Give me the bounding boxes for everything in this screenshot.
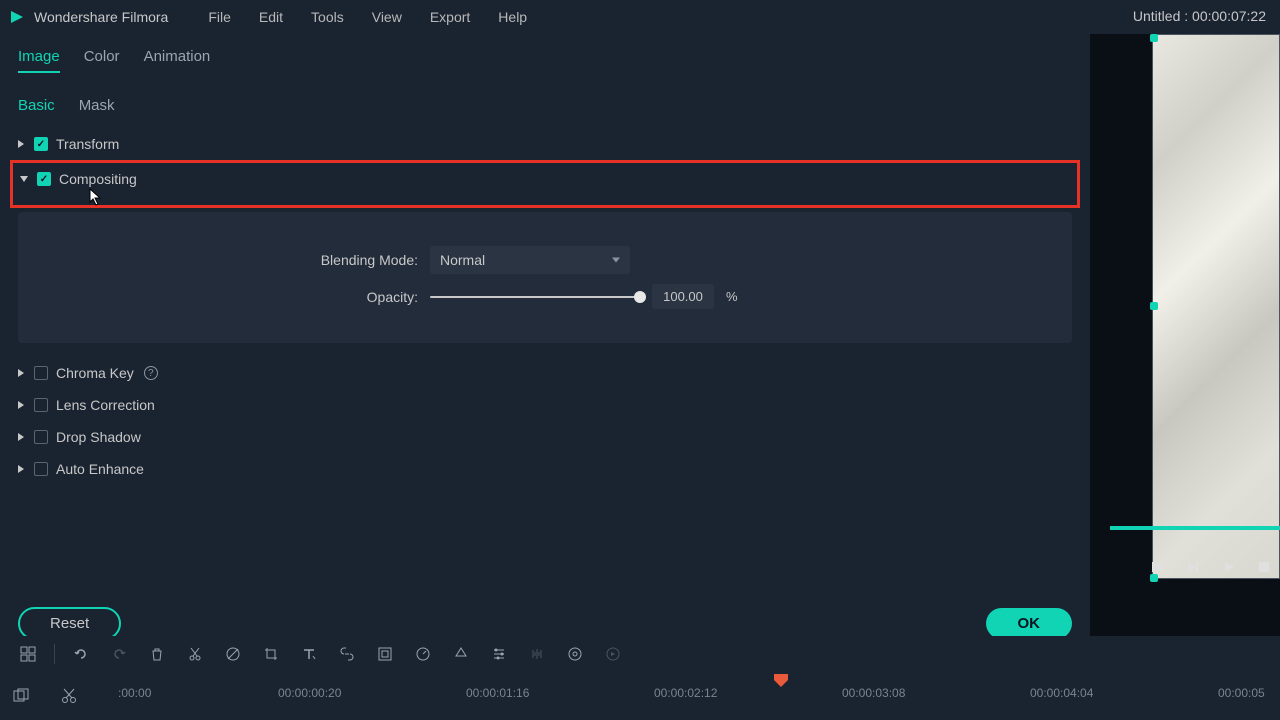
cursor-icon	[89, 188, 103, 206]
chevron-right-icon	[16, 368, 26, 378]
tab-color[interactable]: Color	[84, 48, 120, 73]
subtab-basic[interactable]: Basic	[18, 97, 55, 114]
delete-icon[interactable]	[141, 638, 173, 670]
tab-image[interactable]: Image	[18, 48, 60, 73]
checkbox-drop-shadow[interactable]	[34, 430, 48, 444]
panel-auto-enhance-label: Auto Enhance	[56, 461, 144, 477]
snapshot-icon[interactable]	[369, 638, 401, 670]
resize-handle-icon[interactable]	[1150, 574, 1158, 582]
stop-button[interactable]	[1258, 561, 1270, 573]
chevron-right-icon	[16, 464, 26, 474]
toolbar	[0, 636, 1280, 672]
timeline-tick: 00:00:01:16	[466, 686, 529, 700]
chevron-right-icon	[16, 400, 26, 410]
ok-button[interactable]: OK	[986, 608, 1073, 639]
inspector-panel: Image Color Animation Basic Mask Transfo…	[0, 34, 1090, 650]
panel-transform-label: Transform	[56, 136, 119, 152]
playhead-icon[interactable]	[772, 674, 790, 688]
color-icon[interactable]	[445, 638, 477, 670]
menu-help[interactable]: Help	[498, 9, 527, 25]
adjust-icon[interactable]	[483, 638, 515, 670]
preview-pane	[1090, 34, 1280, 650]
checkbox-auto-enhance[interactable]	[34, 462, 48, 476]
timeline-tick: :00:00	[118, 686, 151, 700]
app-logo-icon	[8, 8, 26, 26]
layout-icon[interactable]	[12, 638, 44, 670]
menu-export[interactable]: Export	[430, 9, 470, 25]
tab-animation[interactable]: Animation	[144, 48, 211, 73]
blend-mode-label: Blending Mode:	[38, 252, 418, 268]
effects-icon[interactable]	[559, 638, 591, 670]
opacity-label: Opacity:	[38, 289, 418, 305]
checkbox-lens-correction[interactable]	[34, 398, 48, 412]
timeline-tick: 00:00:03:08	[842, 686, 905, 700]
menu-view[interactable]: View	[372, 9, 402, 25]
opacity-slider[interactable]	[430, 296, 640, 298]
timeline: :00:00 00:00:00:20 00:00:01:16 00:00:02:…	[0, 672, 1280, 720]
menubar: File Edit Tools View Export Help	[208, 9, 527, 25]
panel-compositing-label: Compositing	[59, 171, 137, 187]
export-icon[interactable]	[597, 638, 629, 670]
marker-icon[interactable]	[217, 638, 249, 670]
separator	[54, 644, 55, 664]
project-title: Untitled : 00:00:07:22	[1133, 8, 1266, 24]
opacity-slider-thumb[interactable]	[634, 291, 646, 303]
help-icon[interactable]: ?	[144, 366, 158, 380]
panel-auto-enhance[interactable]: Auto Enhance	[10, 453, 1080, 485]
chevron-down-icon	[19, 174, 29, 184]
menu-file[interactable]: File	[208, 9, 231, 25]
checkbox-chroma-key[interactable]	[34, 366, 48, 380]
panel-lens-correction[interactable]: Lens Correction	[10, 389, 1080, 421]
next-frame-button[interactable]	[1186, 560, 1200, 574]
timeline-tick: 00:00:02:12	[654, 686, 717, 700]
panel-chroma-key[interactable]: Chroma Key ?	[10, 357, 1080, 389]
timeline-cut-icon[interactable]	[60, 687, 78, 705]
chevron-right-icon	[16, 432, 26, 442]
redo-icon[interactable]	[103, 638, 135, 670]
undo-icon[interactable]	[65, 638, 97, 670]
crop-icon[interactable]	[255, 638, 287, 670]
opacity-value[interactable]: 100.00	[652, 284, 714, 309]
timeline-tick: 00:00:05	[1218, 686, 1265, 700]
resize-handle-icon[interactable]	[1150, 302, 1158, 310]
play-button[interactable]	[1222, 560, 1236, 574]
panel-transform[interactable]: Transform	[10, 128, 1080, 160]
cut-icon[interactable]	[179, 638, 211, 670]
panel-compositing[interactable]: Compositing	[10, 160, 1080, 208]
resize-handle-icon[interactable]	[1150, 34, 1158, 42]
blend-mode-select[interactable]: Normal	[430, 246, 630, 274]
speed-icon[interactable]	[407, 638, 439, 670]
panel-chroma-key-label: Chroma Key	[56, 365, 134, 381]
preview-progress[interactable]	[1110, 526, 1280, 530]
menu-tools[interactable]: Tools	[311, 9, 344, 25]
chevron-right-icon	[16, 139, 26, 149]
timeline-tick: 00:00:04:04	[1030, 686, 1093, 700]
panel-drop-shadow[interactable]: Drop Shadow	[10, 421, 1080, 453]
preview-canvas[interactable]	[1152, 34, 1280, 579]
timeline-media-icon[interactable]	[12, 687, 30, 705]
subtab-mask[interactable]: Mask	[79, 97, 115, 114]
compositing-body: Blending Mode: Normal Opacity: 100.00 %	[18, 212, 1072, 343]
prev-frame-button[interactable]	[1150, 560, 1164, 574]
opacity-unit: %	[726, 289, 738, 304]
checkbox-transform[interactable]	[34, 137, 48, 151]
app-name: Wondershare Filmora	[34, 9, 168, 25]
menu-edit[interactable]: Edit	[259, 9, 283, 25]
checkbox-compositing[interactable]	[37, 172, 51, 186]
timeline-ruler[interactable]: :00:00 00:00:00:20 00:00:01:16 00:00:02:…	[118, 672, 1268, 720]
link-icon[interactable]	[331, 638, 363, 670]
text-icon[interactable]	[293, 638, 325, 670]
panel-drop-shadow-label: Drop Shadow	[56, 429, 141, 445]
timeline-tick: 00:00:00:20	[278, 686, 341, 700]
panel-lens-correction-label: Lens Correction	[56, 397, 155, 413]
audio-icon[interactable]	[521, 638, 553, 670]
